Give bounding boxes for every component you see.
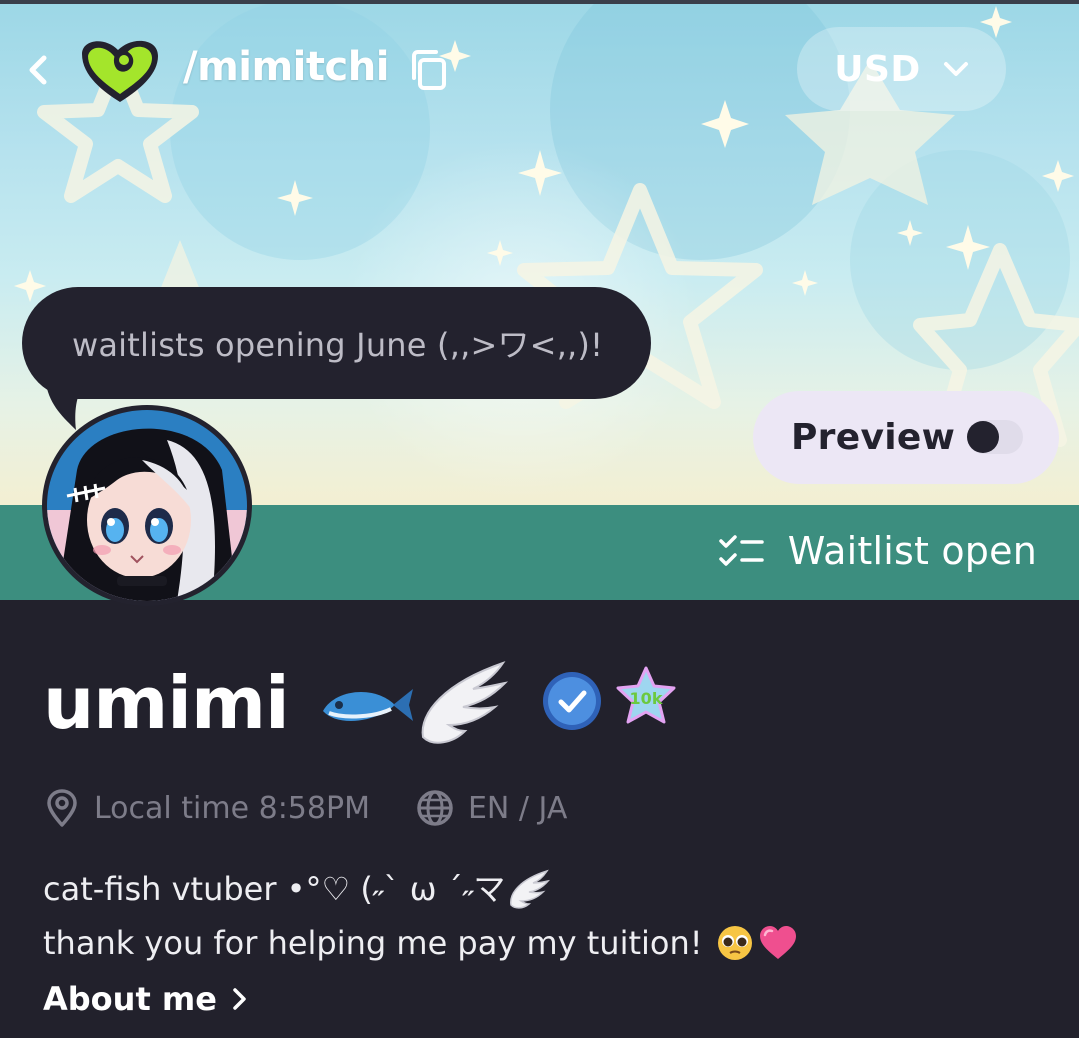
languages-text: EN / JA	[467, 790, 568, 826]
chevron-down-icon	[943, 62, 968, 76]
window-top-edge	[0, 0, 1079, 4]
heart-emoji-icon	[759, 926, 796, 959]
profile-handle[interactable]: /mimitchi	[183, 44, 389, 90]
status-speech-bubble: waitlists opening June (,,>ワ<,,)!	[22, 287, 651, 399]
preview-switch-knob	[967, 421, 999, 453]
local-time-item: Local time 8:58PM	[44, 788, 370, 828]
pleading-face-emoji-icon	[717, 926, 752, 960]
speech-bubble-text: waitlists opening June (,,>ワ<,,)!	[72, 326, 604, 364]
preview-toggle-button[interactable]: Preview	[753, 391, 1059, 484]
wing-emoji-icon	[510, 869, 551, 909]
verified-badge-icon	[543, 672, 601, 730]
currency-selector[interactable]: USD	[797, 27, 1006, 111]
bio-line-2-text: thank you for helping me pay my tuition!	[43, 924, 703, 962]
waitlist-label: Waitlist open	[787, 529, 1037, 573]
star-badge-icon: 10k	[616, 666, 676, 724]
waitlist-status[interactable]: Waitlist open	[718, 529, 1037, 573]
display-name-row: umimi	[43, 648, 515, 758]
profile-meta-row: Local time 8:58PM EN / JA	[44, 786, 567, 830]
bio-line-1: cat-fish vtuber •°♡ (˶ˋ ω ˊ˶マ	[43, 862, 1043, 916]
fish-and-wing-emoji-icon	[322, 661, 508, 744]
preview-switch[interactable]	[967, 420, 1023, 454]
bio-line-1-text: cat-fish vtuber •°♡ (˶ˋ ω ˊ˶マ	[43, 870, 506, 908]
profile-bio: cat-fish vtuber •°♡ (˶ˋ ω ˊ˶マ thank you …	[43, 862, 1043, 970]
about-me-link[interactable]: About me	[43, 980, 249, 1018]
avatar[interactable]	[42, 405, 252, 606]
location-pin-icon	[47, 789, 77, 827]
10k-milestone-badge: 10k	[612, 664, 680, 732]
about-me-label: About me	[43, 980, 217, 1018]
display-name: umimi	[43, 661, 290, 745]
globe-icon	[417, 790, 453, 826]
bio-line-2: thank you for helping me pay my tuition!	[43, 916, 1043, 970]
currency-label: USD	[834, 48, 921, 90]
avatar-illustration	[47, 410, 247, 601]
chevron-right-icon	[233, 988, 246, 1010]
preview-label: Preview	[791, 417, 956, 458]
checklist-icon	[719, 535, 764, 566]
badge-10k-text: 10k	[630, 689, 663, 708]
local-time-text: Local time 8:58PM	[94, 790, 370, 826]
copy-icon[interactable]	[408, 48, 450, 92]
language-item: EN / JA	[416, 789, 567, 827]
back-chevron-icon[interactable]	[22, 50, 56, 90]
app-logo-icon[interactable]	[74, 32, 166, 104]
